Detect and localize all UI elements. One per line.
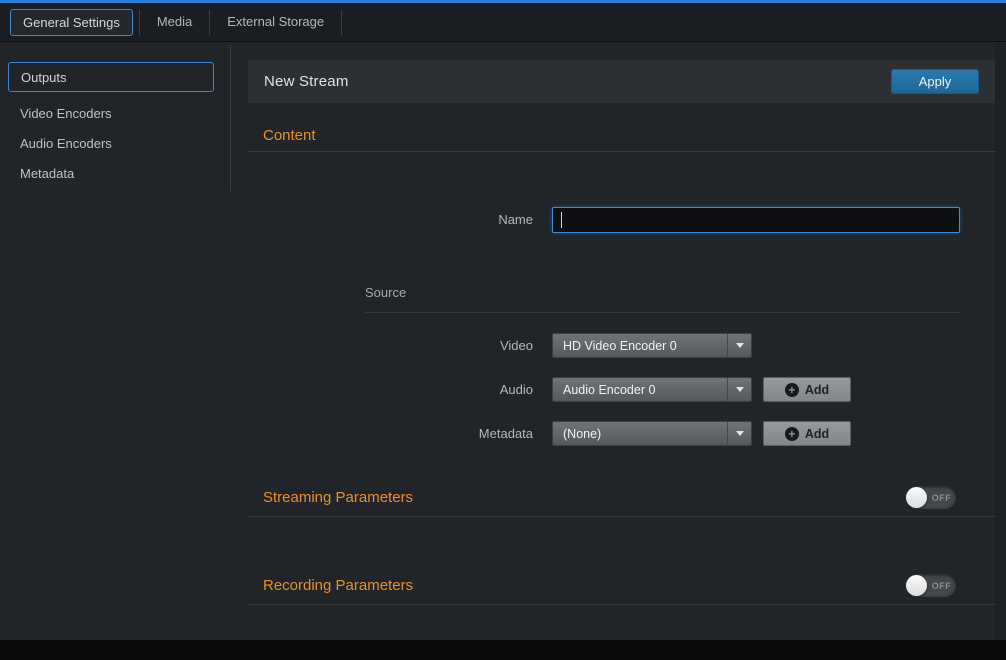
sidebar-item-outputs[interactable]: Outputs (8, 62, 214, 92)
tab-general-settings[interactable]: General Settings (10, 9, 133, 36)
plus-icon: + (785, 383, 799, 397)
tab-external-storage[interactable]: External Storage (210, 3, 341, 42)
streaming-divider (248, 516, 995, 517)
metadata-label: Metadata (248, 426, 552, 441)
source-label: Source (365, 285, 995, 300)
recording-parameters-row: Recording Parameters OFF (248, 574, 995, 597)
content-section-heading: Content (263, 127, 995, 144)
content-divider (248, 151, 995, 152)
metadata-value: (None) (553, 427, 727, 441)
add-metadata-button[interactable]: + Add (763, 421, 851, 446)
scrollbar-track[interactable] (995, 43, 1006, 640)
recording-parameters-heading: Recording Parameters (263, 577, 413, 594)
video-encoder-value: HD Video Encoder 0 (553, 339, 727, 353)
name-input-wrapper (552, 207, 960, 233)
footer-bar (0, 640, 1006, 660)
plus-icon: + (785, 427, 799, 441)
page-title: New Stream (264, 73, 349, 90)
name-label: Name (248, 212, 552, 227)
streaming-parameters-row: Streaming Parameters OFF (248, 486, 995, 509)
main-panel: New Stream Apply Content Name Source Vid… (248, 60, 995, 605)
toggle-state-label: OFF (927, 581, 956, 591)
toggle-knob (906, 487, 927, 508)
toggle-state-label: OFF (927, 493, 956, 503)
audio-encoder-select[interactable]: Audio Encoder 0 (552, 377, 752, 402)
sidebar-item-video-encoders[interactable]: Video Encoders (0, 98, 231, 128)
tabbar: General Settings Media External Storage (0, 3, 1006, 42)
video-encoder-select[interactable]: HD Video Encoder 0 (552, 333, 752, 358)
chevron-down-icon (727, 334, 751, 357)
metadata-select[interactable]: (None) (552, 421, 752, 446)
audio-label: Audio (248, 382, 552, 397)
metadata-row: Metadata (None) + Add (248, 421, 995, 446)
recording-divider (248, 604, 995, 605)
recording-toggle[interactable]: OFF (905, 574, 956, 597)
chevron-down-icon (727, 422, 751, 445)
sidebar-divider (230, 45, 231, 191)
add-metadata-label: Add (805, 427, 829, 441)
text-cursor (561, 212, 562, 228)
sidebar-item-audio-encoders[interactable]: Audio Encoders (0, 128, 231, 158)
video-label: Video (248, 338, 552, 353)
source-divider (365, 312, 960, 313)
sidebar-item-metadata[interactable]: Metadata (0, 158, 231, 188)
sidebar: Outputs Video Encoders Audio Encoders Me… (0, 43, 231, 640)
tab-media[interactable]: Media (140, 3, 209, 42)
name-input[interactable] (553, 208, 959, 232)
streaming-parameters-heading: Streaming Parameters (263, 489, 413, 506)
chevron-down-icon (727, 378, 751, 401)
video-row: Video HD Video Encoder 0 (248, 333, 995, 358)
toggle-knob (906, 575, 927, 596)
audio-row: Audio Audio Encoder 0 + Add (248, 377, 995, 402)
tab-separator (341, 10, 342, 35)
name-row: Name (248, 206, 995, 233)
add-audio-label: Add (805, 383, 829, 397)
audio-encoder-value: Audio Encoder 0 (553, 383, 727, 397)
apply-button[interactable]: Apply (891, 69, 979, 94)
streaming-toggle[interactable]: OFF (905, 486, 956, 509)
add-audio-button[interactable]: + Add (763, 377, 851, 402)
panel-header: New Stream Apply (248, 60, 995, 103)
